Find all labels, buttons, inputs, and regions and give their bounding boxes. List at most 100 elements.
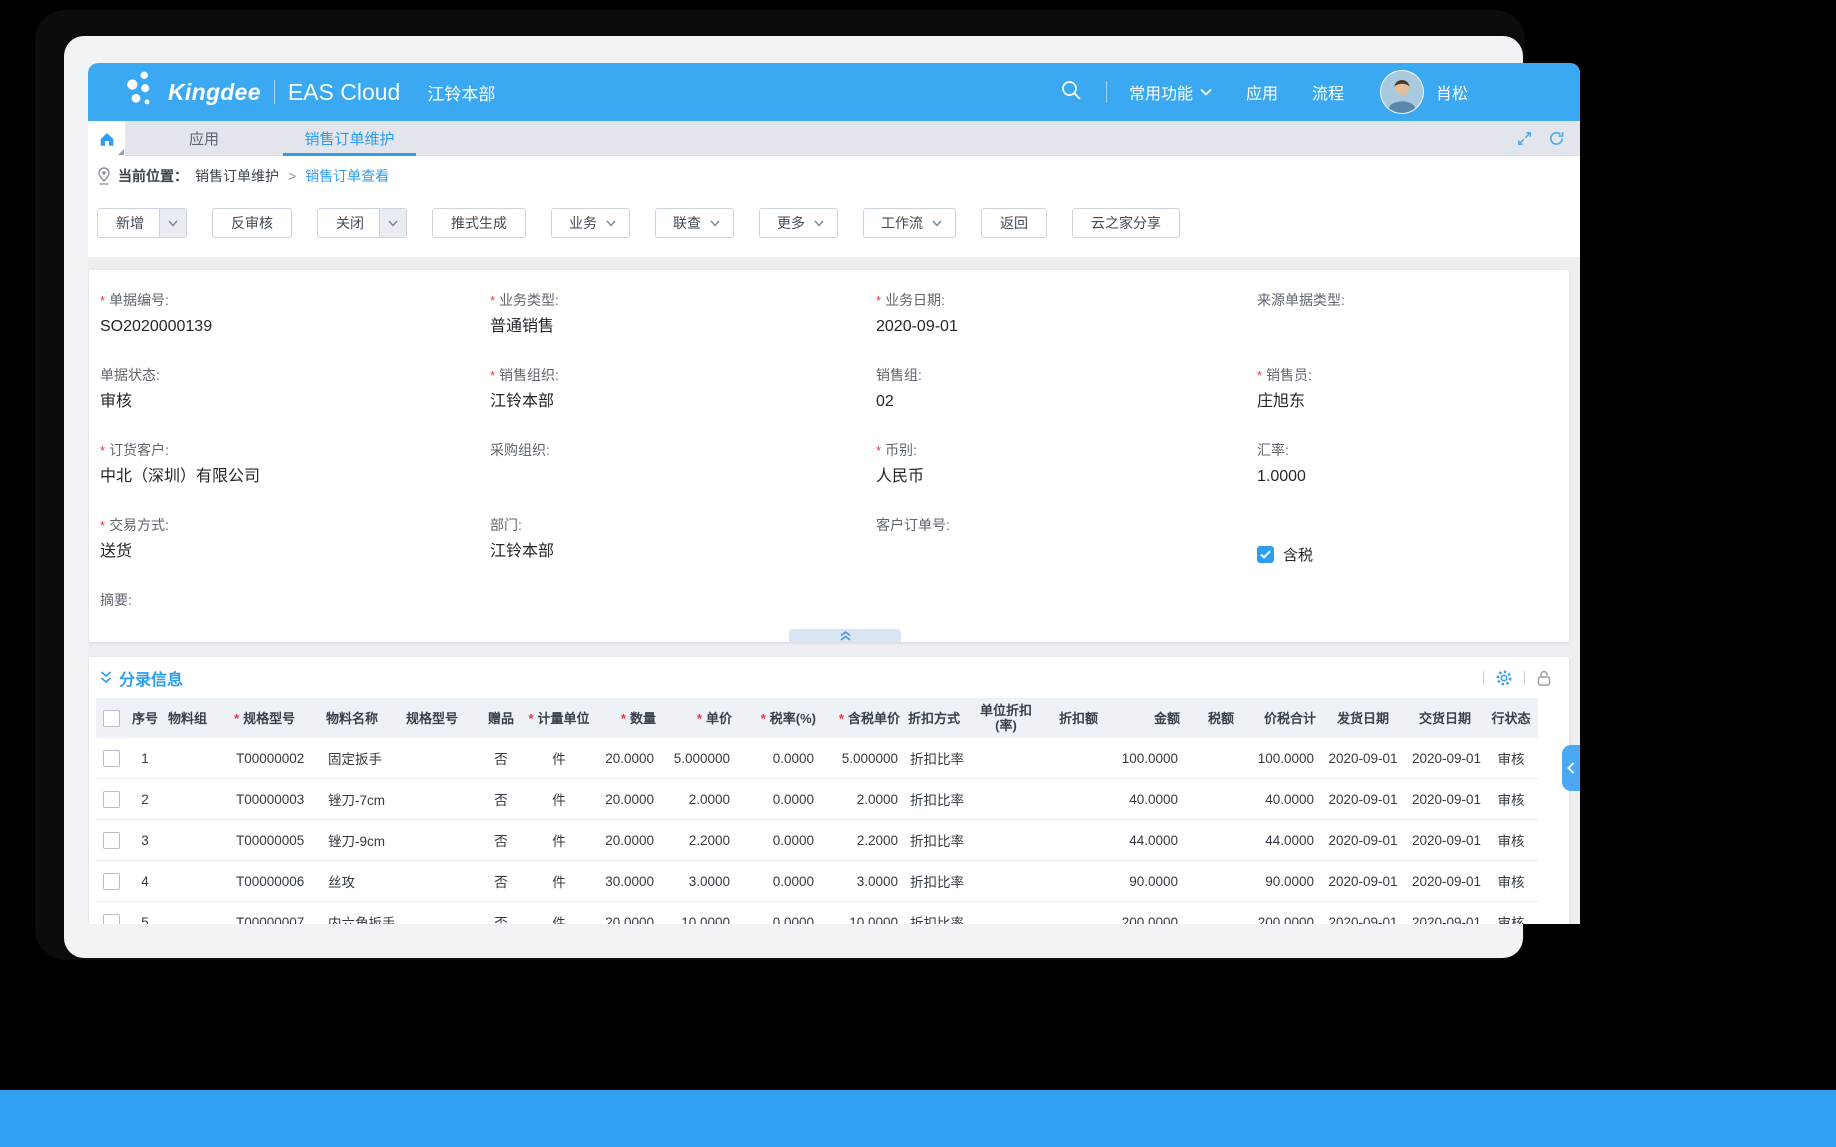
field-label: 部门: xyxy=(490,515,876,535)
cell-unit: 件 xyxy=(522,902,596,925)
col-header-label: 数量 xyxy=(630,711,656,726)
col-header-label: 行状态 xyxy=(1491,711,1530,726)
link-query-button[interactable]: 联查 xyxy=(655,208,734,238)
field-value xyxy=(1257,315,1569,339)
collapse-form-button[interactable] xyxy=(789,629,901,642)
avatar[interactable] xyxy=(1380,70,1424,114)
field-label-text: 业务类型: xyxy=(499,290,559,310)
close-dropdown-toggle[interactable] xyxy=(379,209,406,237)
table-row: 1T00000002固定扳手否件20.00005.0000000.00005.0… xyxy=(96,738,1538,779)
cell-model: T00000002 xyxy=(230,738,322,779)
col-header-amount: 金额 xyxy=(1102,698,1184,738)
double-chevron-up-icon xyxy=(840,631,851,641)
push-generate-button[interactable]: 推式生成 xyxy=(432,208,526,238)
cell-amount: 200.0000 xyxy=(1102,902,1184,925)
gear-icon[interactable] xyxy=(1495,669,1513,687)
cell-qty: 30.0000 xyxy=(596,861,660,902)
cell-discount_mode: 折扣比率 xyxy=(904,779,974,820)
cell-material_name: 内六角扳手 xyxy=(322,902,402,925)
field-value: 江铃本部 xyxy=(490,540,876,564)
field-value: 普通销售 xyxy=(490,315,876,339)
cell-amount: 44.0000 xyxy=(1102,820,1184,861)
chevron-down-icon xyxy=(388,220,398,227)
cell-total: 90.0000 xyxy=(1238,861,1320,902)
cell-discount_amt xyxy=(1038,902,1102,925)
home-icon xyxy=(98,131,116,147)
row-checkbox[interactable] xyxy=(103,914,120,925)
field-value: 审核 xyxy=(100,390,490,414)
cell-model: T00000007 xyxy=(230,902,322,925)
field-label-text: 来源单据类型: xyxy=(1257,290,1345,310)
add-dropdown-toggle[interactable] xyxy=(159,209,186,237)
tab-home[interactable] xyxy=(88,121,125,156)
col-header-label: 税率(%) xyxy=(770,711,816,726)
col-header-material_name: 物料名称 xyxy=(322,698,402,738)
cell-seq: 5 xyxy=(126,902,164,925)
cell-material_group xyxy=(164,820,230,861)
row-checkbox[interactable] xyxy=(103,873,120,890)
side-panel-handle[interactable] xyxy=(1562,745,1580,791)
cell-tax_rate: 0.0000 xyxy=(736,738,820,779)
row-checkbox[interactable] xyxy=(103,832,120,849)
chevron-down-icon xyxy=(814,220,824,227)
top-bar-divider xyxy=(1106,81,1107,103)
close-button[interactable]: 关闭 xyxy=(317,208,407,238)
row-checkbox[interactable] xyxy=(103,750,120,767)
icon-divider xyxy=(1524,671,1525,685)
refresh-icon[interactable] xyxy=(1548,130,1565,147)
search-icon[interactable] xyxy=(1060,79,1082,106)
button-label: 工作流 xyxy=(881,213,923,233)
field-value: 中北（深圳）有限公司 xyxy=(100,465,490,489)
breadcrumb-parent[interactable]: 销售订单维护 xyxy=(195,166,279,186)
field-label: *币别: xyxy=(876,440,1257,460)
required-marker: * xyxy=(876,293,881,308)
cell-model: T00000005 xyxy=(230,820,322,861)
row-select-cell xyxy=(96,738,126,779)
col-header-label: 价税合计 xyxy=(1264,711,1316,726)
cell-unit_discount xyxy=(974,861,1038,902)
expand-icon[interactable] xyxy=(1516,130,1533,147)
cell-price: 10.0000 xyxy=(660,902,736,925)
col-header-tax: 税额 xyxy=(1184,698,1238,738)
yunzhijia-share-button[interactable]: 云之家分享 xyxy=(1072,208,1180,238)
menu-workflow[interactable]: 流程 xyxy=(1312,80,1344,104)
double-chevron-down-icon[interactable] xyxy=(100,671,112,684)
add-button[interactable]: 新增 xyxy=(97,208,187,238)
form-field: 采购组织: xyxy=(490,440,876,515)
field-value xyxy=(490,465,876,489)
field-value: 1.0000 xyxy=(1257,465,1569,489)
user-name[interactable]: 肖松 xyxy=(1436,80,1468,104)
menu-common-functions[interactable]: 常用功能 xyxy=(1129,80,1212,104)
row-checkbox[interactable] xyxy=(103,791,120,808)
cell-delivery_date: 2020-09-01 xyxy=(1406,861,1484,902)
form-field: 客户订单号: xyxy=(876,515,1257,590)
cell-material_name: 固定扳手 xyxy=(322,738,402,779)
select-all-checkbox[interactable] xyxy=(103,710,120,727)
back-button[interactable]: 返回 xyxy=(981,208,1047,238)
entries-title[interactable]: 分录信息 xyxy=(119,666,183,690)
tax-included-checkbox[interactable] xyxy=(1257,546,1274,563)
more-button[interactable]: 更多 xyxy=(759,208,838,238)
col-header-label: 单价 xyxy=(706,711,732,726)
cell-seq: 2 xyxy=(126,779,164,820)
business-button[interactable]: 业务 xyxy=(551,208,630,238)
workflow-button[interactable]: 工作流 xyxy=(863,208,956,238)
field-label-text: 摘要: xyxy=(100,590,132,610)
unaudit-button[interactable]: 反审核 xyxy=(212,208,292,238)
cell-total: 44.0000 xyxy=(1238,820,1320,861)
field-label-text: 客户订单号: xyxy=(876,515,950,535)
cell-model: T00000003 xyxy=(230,779,322,820)
form-field: 摘要: xyxy=(100,590,490,665)
tab-applications[interactable]: 应用 xyxy=(125,121,283,156)
tab-sales-order-maintenance[interactable]: 销售订单维护 xyxy=(283,121,416,156)
cell-delivery_date: 2020-09-01 xyxy=(1406,738,1484,779)
lock-icon[interactable] xyxy=(1536,669,1552,687)
tab-label: 销售订单维护 xyxy=(304,128,394,149)
tab-bar: 应用 销售订单维护 xyxy=(88,121,1580,156)
cell-row_status: 审核 xyxy=(1484,820,1538,861)
menu-applications[interactable]: 应用 xyxy=(1246,80,1278,104)
tab-corner-mark xyxy=(118,149,124,155)
cell-row_status: 审核 xyxy=(1484,779,1538,820)
cell-material_name: 丝攻 xyxy=(322,861,402,902)
field-label: 来源单据类型: xyxy=(1257,290,1569,310)
